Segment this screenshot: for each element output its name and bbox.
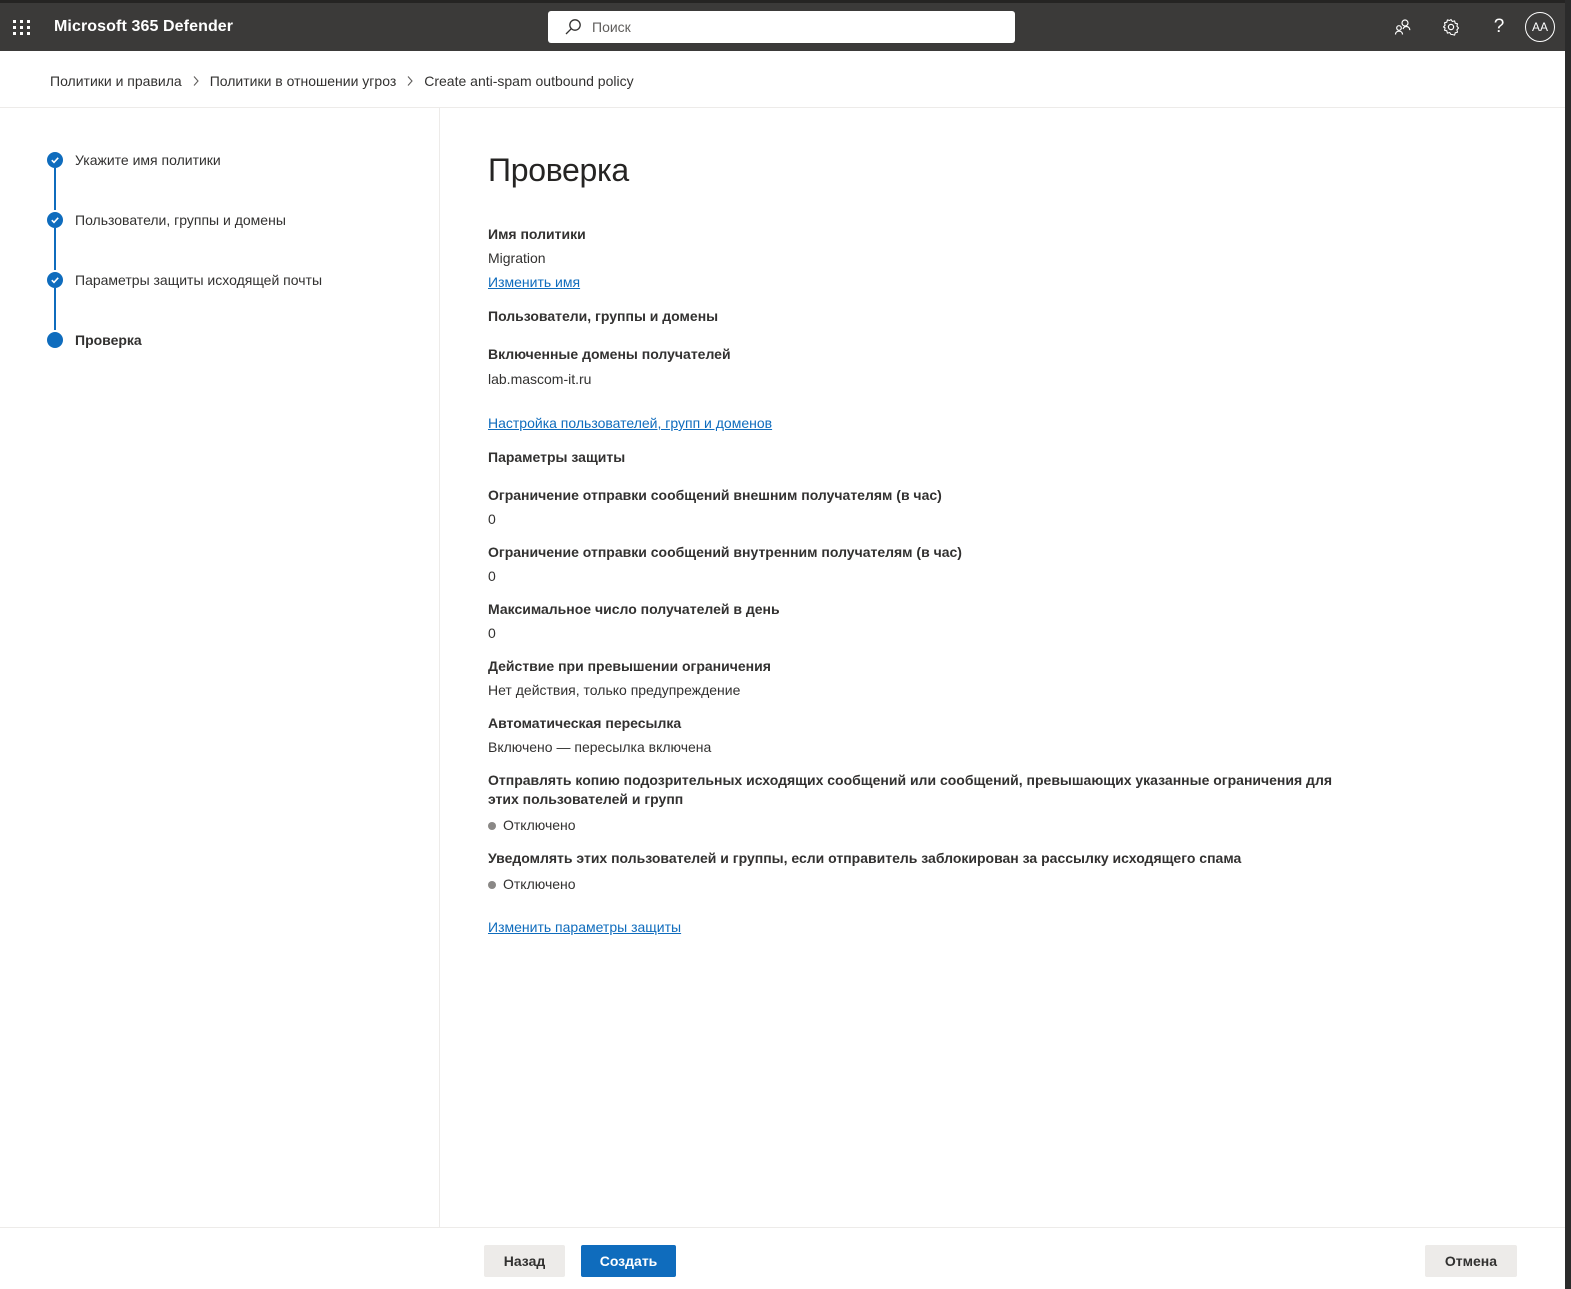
daily-limit-label: Максимальное число получателей в день (488, 601, 780, 617)
notify-blocked-status: Отключено (488, 875, 576, 894)
current-step-dot-icon (47, 332, 63, 348)
step-label: Укажите имя политики (75, 152, 221, 168)
policy-name-heading: Имя политики (488, 226, 586, 242)
step-users-groups-domains[interactable]: Пользователи, группы и домены (47, 212, 286, 228)
community-icon[interactable] (1379, 3, 1427, 51)
edit-name-link[interactable]: Изменить имя (488, 273, 580, 292)
checkmark-icon (47, 152, 63, 168)
step-protection-settings[interactable]: Параметры защиты исходящей почты (47, 272, 322, 288)
back-button[interactable]: Назад (484, 1245, 565, 1277)
edit-protection-link[interactable]: Изменить параметры защиты (488, 918, 681, 937)
help-glyph: ? (1493, 16, 1505, 37)
notify-blocked-value: Отключено (503, 876, 576, 892)
search-icon (565, 19, 581, 35)
edit-users-link[interactable]: Настройка пользователей, групп и доменов (488, 414, 772, 433)
top-bar: Microsoft 365 Defender Поиск ? AA (0, 0, 1565, 51)
search-box[interactable] (548, 11, 1015, 43)
internal-limit-label: Ограничение отправки сообщений внутренни… (488, 544, 962, 560)
checkmark-icon (47, 212, 63, 228)
page-title: Проверка (488, 152, 629, 188)
step-label: Проверка (75, 332, 142, 348)
users-section-heading: Пользователи, группы и домены (488, 308, 719, 324)
create-button[interactable]: Создать (581, 1245, 676, 1277)
external-limit-label: Ограничение отправки сообщений внешним п… (488, 487, 942, 503)
included-domains-label: Включенные домены получателей (488, 346, 731, 362)
breadcrumb-item-policies[interactable]: Политики и правила (50, 73, 182, 89)
autoforward-value: Включено — пересылка включена (488, 739, 712, 755)
app-launcher-icon[interactable] (12, 17, 32, 37)
included-domains-value: lab.mascom-it.ru (488, 371, 592, 387)
copy-suspicious-value: Отключено (503, 817, 576, 833)
checkmark-icon (47, 272, 63, 288)
limit-action-label: Действие при превышении ограничения (488, 658, 771, 674)
breadcrumb-item-threat-policies[interactable]: Политики в отношении угроз (210, 73, 397, 89)
policy-name-value: Migration (488, 250, 546, 266)
breadcrumb: Политики и правила Политики в отношении … (50, 71, 634, 91)
status-dot-icon (488, 821, 496, 830)
chevron-right-icon (406, 75, 414, 87)
step-connector (54, 288, 56, 330)
internal-limit-value: 0 (488, 568, 496, 584)
breadcrumb-item-current: Create anti-spam outbound policy (424, 73, 634, 89)
help-icon[interactable]: ? (1475, 3, 1523, 51)
step-connector (54, 228, 56, 270)
notify-blocked-label: Уведомлять этих пользователей и группы, … (488, 850, 1242, 866)
daily-limit-value: 0 (488, 625, 496, 641)
avatar[interactable]: AA (1525, 12, 1555, 42)
top-bar-actions: ? AA (1379, 3, 1565, 51)
chevron-right-icon (192, 75, 200, 87)
protection-section-heading: Параметры защиты (488, 449, 626, 465)
external-limit-value: 0 (488, 511, 496, 527)
status-dot-icon (488, 880, 496, 889)
step-policy-name[interactable]: Укажите имя политики (47, 152, 221, 168)
app-window: Microsoft 365 Defender Поиск ? AA Полити… (0, 0, 1565, 1289)
limit-action-value: Нет действия, только предупреждение (488, 682, 741, 698)
step-connector (54, 168, 56, 210)
window-edge (1565, 0, 1571, 1289)
autoforward-label: Автоматическая пересылка (488, 715, 682, 731)
settings-gear-icon[interactable] (1427, 3, 1475, 51)
step-review[interactable]: Проверка (47, 332, 142, 348)
copy-suspicious-status: Отключено (488, 816, 576, 835)
copy-suspicious-label: Отправлять копию подозрительных исходящи… (488, 772, 1333, 807)
search-input[interactable] (592, 19, 992, 35)
step-label: Параметры защиты исходящей почты (75, 272, 323, 288)
app-title[interactable]: Microsoft 365 Defender (54, 18, 233, 36)
cancel-button[interactable]: Отмена (1425, 1245, 1517, 1277)
wizard-stepper: Укажите имя политики Пользователи, групп… (0, 108, 440, 1227)
step-label: Пользователи, группы и домены (75, 212, 286, 228)
footer-divider (0, 1227, 1565, 1228)
